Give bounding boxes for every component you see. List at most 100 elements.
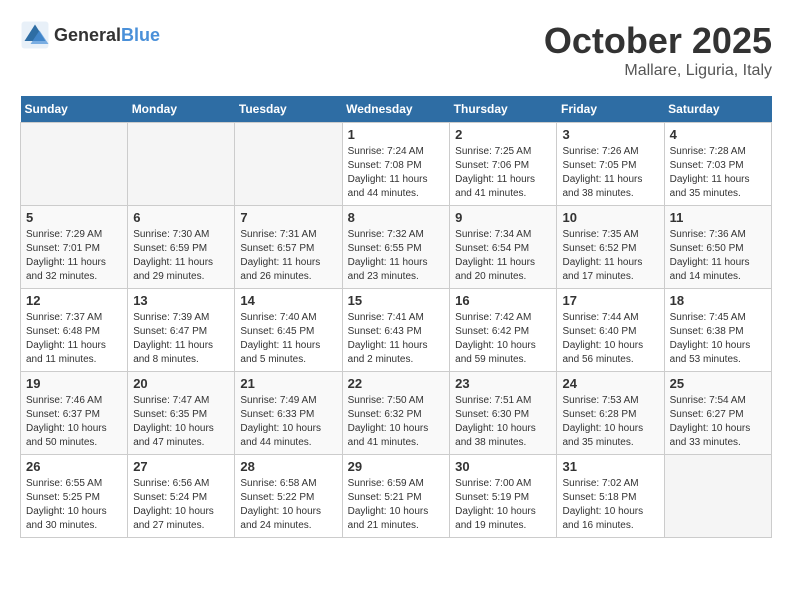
day-info: Sunrise: 7:40 AM Sunset: 6:45 PM Dayligh…: [240, 311, 336, 367]
title-block: October 2025 Mallare, Liguria, Italy: [544, 20, 772, 80]
day-number: 12: [26, 293, 122, 308]
weekday-header: Tuesday: [235, 96, 342, 123]
day-info: Sunrise: 7:39 AM Sunset: 6:47 PM Dayligh…: [133, 311, 229, 367]
day-info: Sunrise: 6:55 AM Sunset: 5:25 PM Dayligh…: [26, 477, 122, 533]
weekday-header: Friday: [557, 96, 664, 123]
calendar-cell: 21Sunrise: 7:49 AM Sunset: 6:33 PM Dayli…: [235, 372, 342, 455]
day-info: Sunrise: 6:59 AM Sunset: 5:21 PM Dayligh…: [348, 477, 445, 533]
calendar-cell: 29 Sunrise: 6:59 AM Sunset: 5:21 PM Dayli…: [342, 455, 450, 538]
day-info: Sunrise: 7:41 AM Sunset: 6:43 PM Dayligh…: [348, 311, 445, 367]
day-number: 1: [348, 127, 445, 142]
day-number: 15: [348, 293, 445, 308]
calendar-cell: [664, 455, 771, 538]
day-info: Sunrise: 7:42 AM Sunset: 6:42 PM Dayligh…: [455, 311, 551, 367]
calendar-table: SundayMondayTuesdayWednesdayThursdayFrid…: [20, 96, 772, 538]
day-info: Sunrise: 6:58 AM Sunset: 5:22 PM Dayligh…: [240, 477, 336, 533]
day-number: 31: [562, 459, 658, 474]
logo: GeneralBlue: [20, 20, 160, 50]
day-info: Sunrise: 7:31 AM Sunset: 6:57 PM Dayligh…: [240, 228, 336, 284]
day-info: Sunrise: 7:02 AM Sunset: 5:18 PM Dayligh…: [562, 477, 658, 533]
calendar-cell: 27 Sunrise: 6:56 AM Sunset: 5:24 PM Dayli…: [128, 455, 235, 538]
day-info: Sunrise: 7:30 AM Sunset: 6:59 PM Dayligh…: [133, 228, 229, 284]
weekday-header: Wednesday: [342, 96, 450, 123]
calendar-cell: 15 Sunrise: 7:41 AM Sunset: 6:43 PM Dayli…: [342, 289, 450, 372]
calendar-cell: [235, 123, 342, 206]
calendar-week-row: 1 Sunrise: 7:24 AM Sunset: 7:08 PM Daylig…: [21, 123, 772, 206]
day-number: 9: [455, 210, 551, 225]
calendar-cell: [21, 123, 128, 206]
day-number: 20: [133, 376, 229, 391]
day-info: Sunrise: 7:46 AM Sunset: 6:37 PM Dayligh…: [26, 394, 122, 450]
calendar-week-row: 5Sunrise: 7:29 AM Sunset: 7:01 PM Daylig…: [21, 206, 772, 289]
day-number: 19: [26, 376, 122, 391]
calendar-cell: 1 Sunrise: 7:24 AM Sunset: 7:08 PM Daylig…: [342, 123, 450, 206]
day-number: 17: [562, 293, 658, 308]
calendar-cell: 3Sunrise: 7:26 AM Sunset: 7:05 PM Daylig…: [557, 123, 664, 206]
day-number: 28: [240, 459, 336, 474]
calendar-cell: 20 Sunrise: 7:47 AM Sunset: 6:35 PM Dayli…: [128, 372, 235, 455]
calendar-week-row: 26 Sunrise: 6:55 AM Sunset: 5:25 PM Dayli…: [21, 455, 772, 538]
day-number: 14: [240, 293, 336, 308]
day-number: 2: [455, 127, 551, 142]
day-info: Sunrise: 7:37 AM Sunset: 6:48 PM Dayligh…: [26, 311, 122, 367]
calendar-cell: 22 Sunrise: 7:50 AM Sunset: 6:32 PM Dayli…: [342, 372, 450, 455]
weekday-header: Thursday: [450, 96, 557, 123]
calendar-cell: 14 Sunrise: 7:40 AM Sunset: 6:45 PM Dayli…: [235, 289, 342, 372]
logo-text-blue: Blue: [121, 25, 160, 45]
day-info: Sunrise: 6:56 AM Sunset: 5:24 PM Dayligh…: [133, 477, 229, 533]
day-number: 30: [455, 459, 551, 474]
calendar-cell: 16 Sunrise: 7:42 AM Sunset: 6:42 PM Dayli…: [450, 289, 557, 372]
calendar-cell: 24 Sunrise: 7:53 AM Sunset: 6:28 PM Dayli…: [557, 372, 664, 455]
day-info: Sunrise: 7:53 AM Sunset: 6:28 PM Dayligh…: [562, 394, 658, 450]
calendar-week-row: 12 Sunrise: 7:37 AM Sunset: 6:48 PM Dayli…: [21, 289, 772, 372]
day-info: Sunrise: 7:36 AM Sunset: 6:50 PM Dayligh…: [670, 228, 766, 284]
weekday-header: Saturday: [664, 96, 771, 123]
day-number: 22: [348, 376, 445, 391]
logo-icon: [20, 20, 50, 50]
day-number: 8: [348, 210, 445, 225]
calendar-cell: 8 Sunrise: 7:32 AM Sunset: 6:55 PM Daylig…: [342, 206, 450, 289]
calendar-cell: 10 Sunrise: 7:35 AM Sunset: 6:52 PM Dayli…: [557, 206, 664, 289]
day-info: Sunrise: 7:45 AM Sunset: 6:38 PM Dayligh…: [670, 311, 766, 367]
weekday-header: Sunday: [21, 96, 128, 123]
day-number: 27: [133, 459, 229, 474]
day-number: 11: [670, 210, 766, 225]
calendar-header-row: SundayMondayTuesdayWednesdayThursdayFrid…: [21, 96, 772, 123]
calendar-cell: 2 Sunrise: 7:25 AM Sunset: 7:06 PM Daylig…: [450, 123, 557, 206]
calendar-cell: 31 Sunrise: 7:02 AM Sunset: 5:18 PM Dayli…: [557, 455, 664, 538]
day-number: 7: [240, 210, 336, 225]
calendar-cell: 13 Sunrise: 7:39 AM Sunset: 6:47 PM Dayli…: [128, 289, 235, 372]
calendar-cell: 23 Sunrise: 7:51 AM Sunset: 6:30 PM Dayli…: [450, 372, 557, 455]
day-number: 23: [455, 376, 551, 391]
day-info: Sunrise: 7:24 AM Sunset: 7:08 PM Dayligh…: [348, 145, 445, 201]
day-info: Sunrise: 7:35 AM Sunset: 6:52 PM Dayligh…: [562, 228, 658, 284]
calendar-cell: 30 Sunrise: 7:00 AM Sunset: 5:19 PM Dayli…: [450, 455, 557, 538]
calendar-cell: 26 Sunrise: 6:55 AM Sunset: 5:25 PM Dayli…: [21, 455, 128, 538]
day-info: Sunrise: 7:00 AM Sunset: 5:19 PM Dayligh…: [455, 477, 551, 533]
day-number: 4: [670, 127, 766, 142]
page-header: GeneralBlue October 2025 Mallare, Liguri…: [20, 20, 772, 80]
calendar-cell: 25Sunrise: 7:54 AM Sunset: 6:27 PM Dayli…: [664, 372, 771, 455]
day-info: Sunrise: 7:47 AM Sunset: 6:35 PM Dayligh…: [133, 394, 229, 450]
calendar-cell: 5Sunrise: 7:29 AM Sunset: 7:01 PM Daylig…: [21, 206, 128, 289]
day-info: Sunrise: 7:32 AM Sunset: 6:55 PM Dayligh…: [348, 228, 445, 284]
calendar-cell: [128, 123, 235, 206]
day-info: Sunrise: 7:44 AM Sunset: 6:40 PM Dayligh…: [562, 311, 658, 367]
calendar-cell: 6 Sunrise: 7:30 AM Sunset: 6:59 PM Daylig…: [128, 206, 235, 289]
day-number: 29: [348, 459, 445, 474]
day-info: Sunrise: 7:25 AM Sunset: 7:06 PM Dayligh…: [455, 145, 551, 201]
calendar-cell: 4Sunrise: 7:28 AM Sunset: 7:03 PM Daylig…: [664, 123, 771, 206]
day-number: 6: [133, 210, 229, 225]
day-info: Sunrise: 7:51 AM Sunset: 6:30 PM Dayligh…: [455, 394, 551, 450]
day-number: 26: [26, 459, 122, 474]
day-info: Sunrise: 7:50 AM Sunset: 6:32 PM Dayligh…: [348, 394, 445, 450]
weekday-header: Monday: [128, 96, 235, 123]
day-number: 10: [562, 210, 658, 225]
day-number: 21: [240, 376, 336, 391]
calendar-cell: 7 Sunrise: 7:31 AM Sunset: 6:57 PM Daylig…: [235, 206, 342, 289]
day-number: 24: [562, 376, 658, 391]
day-number: 16: [455, 293, 551, 308]
day-number: 13: [133, 293, 229, 308]
calendar-cell: 12 Sunrise: 7:37 AM Sunset: 6:48 PM Dayli…: [21, 289, 128, 372]
day-info: Sunrise: 7:34 AM Sunset: 6:54 PM Dayligh…: [455, 228, 551, 284]
